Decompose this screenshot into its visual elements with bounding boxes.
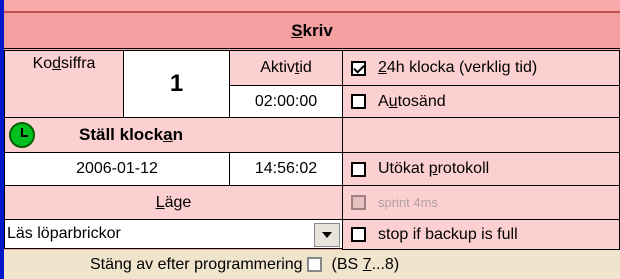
set-clock-button[interactable]: Ställ klockan <box>4 117 343 153</box>
sprint-row: sprint 4ms <box>342 185 620 220</box>
set-clock-label: Ställ klockan <box>79 125 183 144</box>
h24-label: 24h klocka (verklig tid) <box>378 59 538 76</box>
chevron-down-icon[interactable] <box>314 223 340 247</box>
h24-checkbox-row[interactable]: 24h klocka (verklig tid) <box>342 50 620 86</box>
autosend-checkbox-row[interactable]: Autosänd <box>342 85 620 118</box>
stop-backup-label: stop if backup is full <box>378 225 518 243</box>
mode-select[interactable]: Läs löparbrickor <box>4 219 344 249</box>
turn-off-checkbox[interactable] <box>306 257 322 272</box>
h24-checkbox[interactable] <box>351 60 366 76</box>
turn-off-row[interactable]: Stäng av efter programmering (BS 7...8) <box>4 250 620 279</box>
code-value[interactable]: 1 <box>123 50 230 118</box>
autosend-label: Autosänd <box>378 92 446 110</box>
time-field[interactable]: 14:56:02 <box>229 152 343 186</box>
turn-off-label: Stäng av efter programmering <box>90 255 303 273</box>
active-time-label: Aktiv t id <box>229 50 343 86</box>
active-time-field[interactable]: 02:00:00 <box>229 85 343 118</box>
code-label: Ko d siffra <box>4 50 124 118</box>
sprint-label: sprint 4ms <box>378 195 438 210</box>
title-post: kriv <box>302 20 333 40</box>
extended-protocol-checkbox[interactable] <box>351 161 366 177</box>
clock-icon <box>9 122 35 148</box>
stop-backup-checkbox[interactable] <box>351 227 366 242</box>
empty-cell <box>342 117 620 153</box>
stop-backup-row[interactable]: stop if backup is full <box>342 219 620 250</box>
mode-label: Läge <box>4 185 343 220</box>
extended-protocol-label: Utökat protokoll <box>378 160 490 177</box>
title-accel: S <box>291 20 303 40</box>
extended-protocol-row[interactable]: Utökat protokoll <box>342 152 620 186</box>
write-button[interactable]: Skriv <box>4 11 620 49</box>
bs-label: (BS 7...8) <box>331 255 400 273</box>
sprint-checkbox <box>351 195 366 210</box>
autosend-checkbox[interactable] <box>351 94 366 109</box>
mode-selected-value: Läs löparbrickor <box>7 225 121 242</box>
date-field[interactable]: 2006-01-12 <box>4 152 230 186</box>
